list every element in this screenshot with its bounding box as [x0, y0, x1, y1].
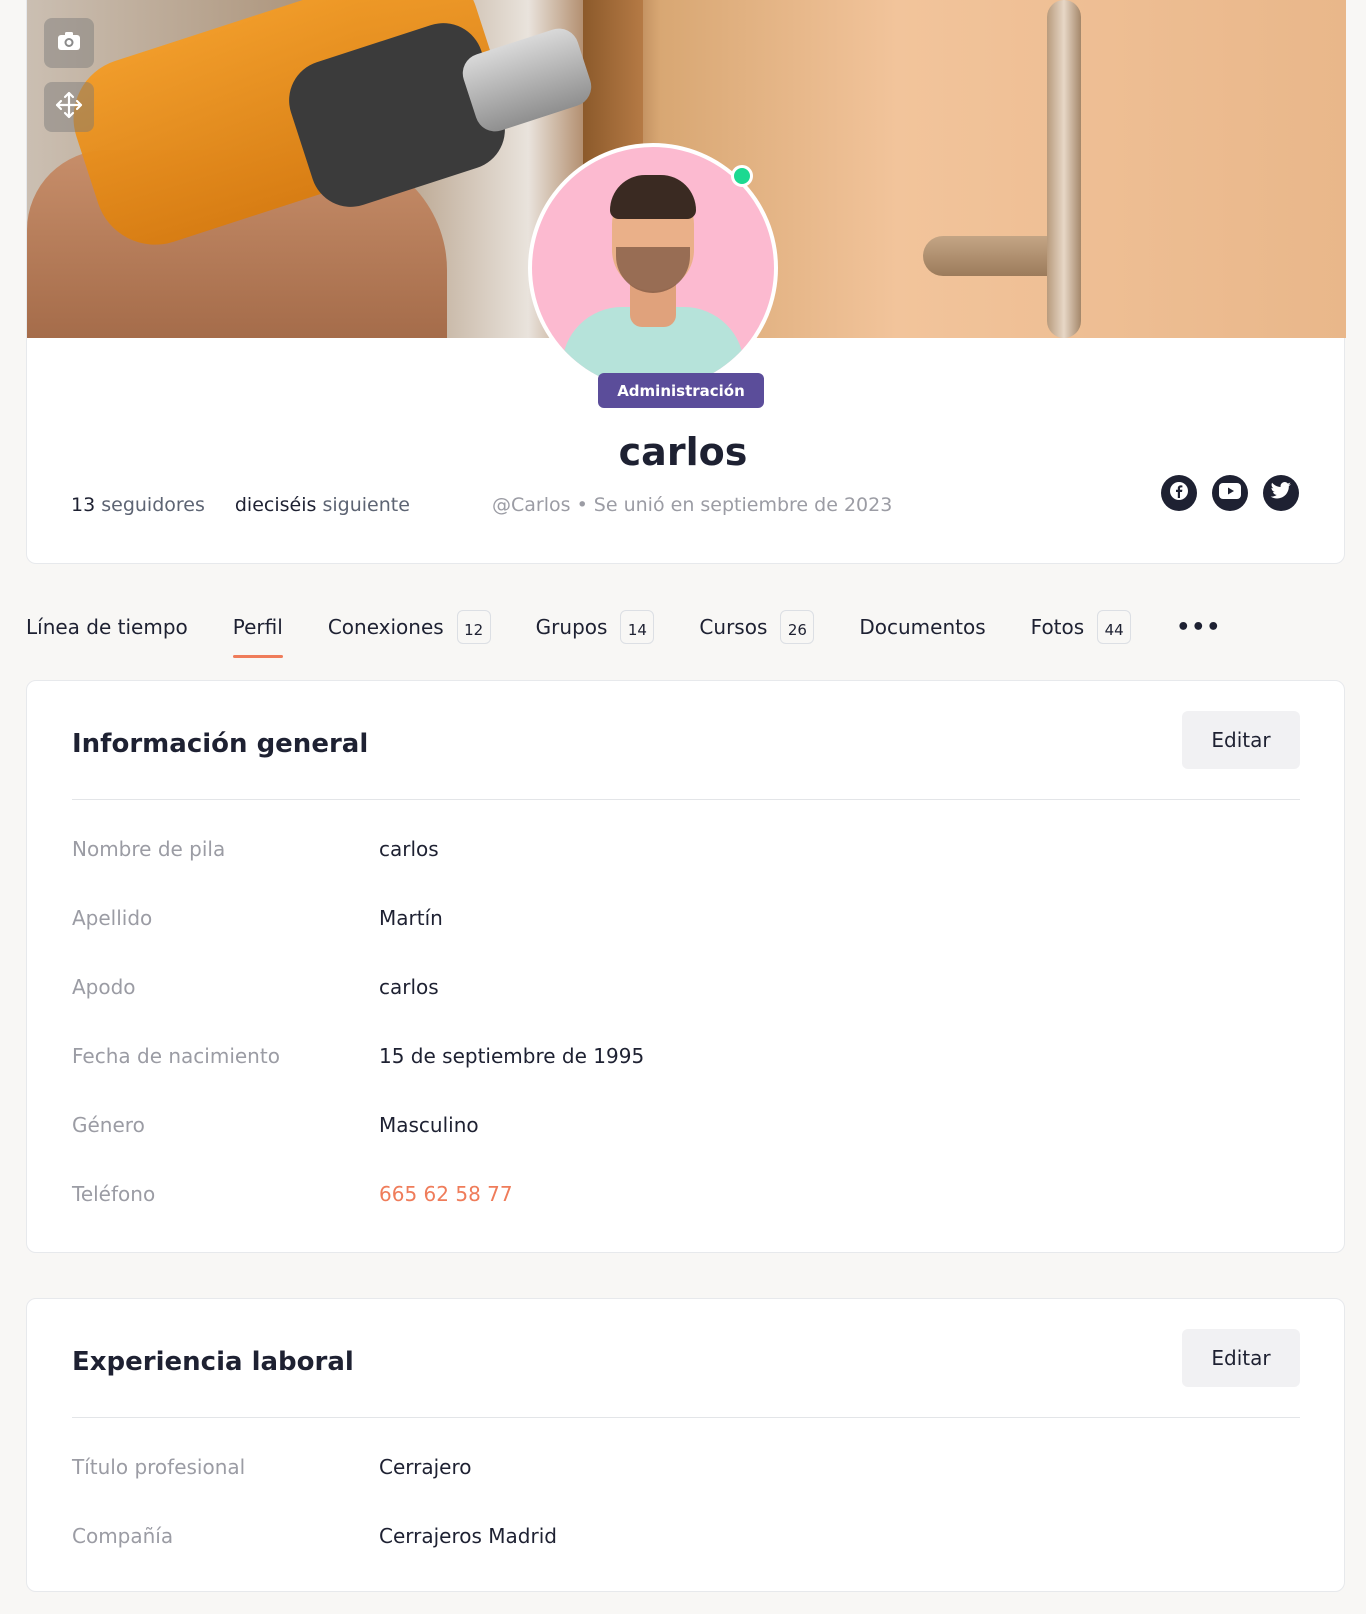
tab-connections[interactable]: Conexiones 12	[328, 604, 491, 650]
reposition-cover-button[interactable]	[44, 82, 94, 132]
social-links	[1161, 475, 1299, 511]
field-row-birthdate: Fecha de nacimiento 15 de septiembre de …	[72, 1044, 645, 1068]
divider	[72, 799, 1300, 800]
profile-name: carlos	[618, 430, 748, 474]
tab-photos[interactable]: Fotos 44	[1031, 604, 1132, 650]
more-dots-icon: •••	[1176, 614, 1222, 640]
role-badge: Administración	[598, 373, 764, 408]
tab-count-badge: 26	[780, 610, 815, 644]
tab-count-badge: 12	[456, 610, 491, 644]
change-cover-button[interactable]	[44, 18, 94, 68]
twitter-link[interactable]	[1263, 475, 1299, 511]
phone-link[interactable]: 665 62 58 77	[379, 1182, 513, 1206]
field-row-first-name: Nombre de pila carlos	[72, 837, 439, 861]
facebook-icon	[1168, 480, 1190, 506]
work-experience-title: Experiencia laboral	[72, 1347, 354, 1377]
field-row-gender: Género Masculino	[72, 1113, 479, 1137]
divider	[72, 1417, 1300, 1418]
camera-icon	[57, 31, 81, 55]
tab-count-badge: 44	[1097, 610, 1132, 644]
edit-work-button[interactable]: Editar	[1182, 1329, 1300, 1387]
field-row-last-name: Apellido Martín	[72, 906, 443, 930]
field-row-company: Compañía Cerrajeros Madrid	[72, 1524, 557, 1548]
profile-tabs: Línea de tiempo Perfil Conexiones 12 Grup…	[26, 604, 1266, 658]
tab-profile[interactable]: Perfil	[232, 604, 283, 658]
move-arrows-icon	[55, 91, 83, 123]
profile-handle-joined: @Carlos • Se unió en septiembre de 2023	[492, 494, 893, 516]
work-experience-card: Experiencia laboral Editar Título profes…	[26, 1298, 1345, 1592]
follow-stats: 13 seguidores dieciséis siguiente	[71, 494, 410, 516]
following-link[interactable]: dieciséis siguiente	[235, 494, 410, 516]
more-tabs-button[interactable]: •••	[1176, 604, 1221, 650]
youtube-link[interactable]	[1212, 475, 1248, 511]
followers-link[interactable]: 13 seguidores	[71, 494, 205, 516]
facebook-link[interactable]	[1161, 475, 1197, 511]
online-status-dot	[731, 165, 753, 187]
tab-documents[interactable]: Documentos	[859, 604, 985, 650]
tab-timeline[interactable]: Línea de tiempo	[26, 604, 188, 650]
edit-general-button[interactable]: Editar	[1182, 711, 1300, 769]
general-info-card: Información general Editar Nombre de pil…	[26, 680, 1345, 1253]
tab-courses[interactable]: Cursos 26	[699, 604, 815, 650]
twitter-icon	[1270, 482, 1292, 504]
general-info-title: Información general	[72, 729, 369, 759]
field-row-phone: Teléfono 665 62 58 77	[72, 1182, 513, 1206]
field-row-job-title: Título profesional Cerrajero	[72, 1455, 472, 1479]
field-row-nickname: Apodo carlos	[72, 975, 439, 999]
tab-groups[interactable]: Grupos 14	[536, 604, 655, 650]
youtube-icon	[1219, 483, 1241, 503]
tab-count-badge: 14	[620, 610, 655, 644]
